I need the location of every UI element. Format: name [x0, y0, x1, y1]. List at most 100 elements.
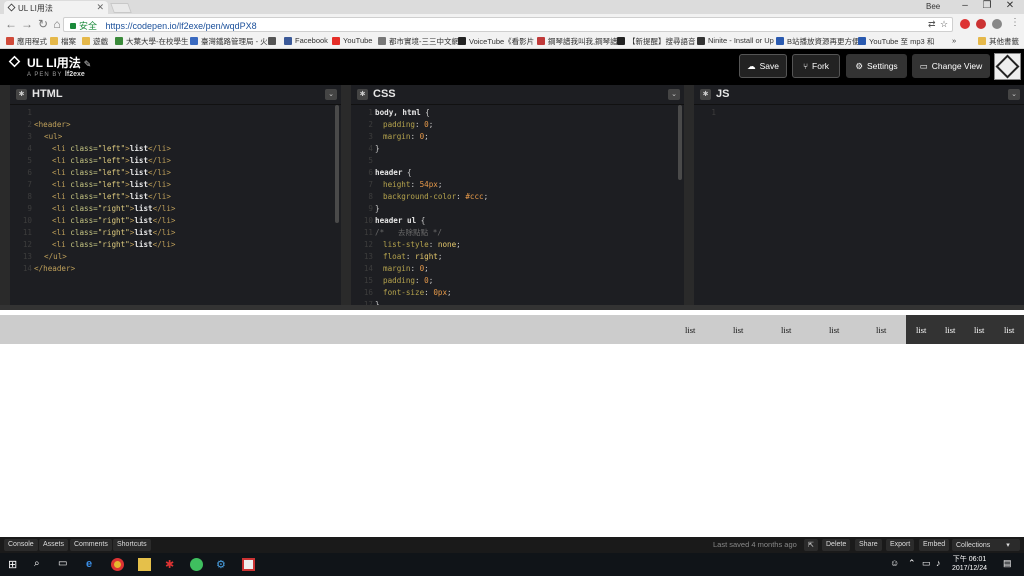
- app-icon[interactable]: ⚙: [216, 558, 229, 571]
- change-view-button[interactable]: ▭ Change View: [912, 54, 990, 78]
- bookmark-item[interactable]: 遊戲: [82, 36, 108, 47]
- html-settings-gear-icon[interactable]: ✱: [16, 89, 27, 100]
- assets-button[interactable]: Assets: [39, 539, 69, 551]
- preview-right-block: list list list list: [906, 315, 1024, 344]
- window-close-icon[interactable]: ✕: [999, 0, 1021, 11]
- secure-label: 安全: [79, 21, 98, 31]
- edge-browser-icon[interactable]: e: [86, 558, 99, 571]
- bookmark-item[interactable]: Ninite - Install or Up: [697, 36, 774, 45]
- folder-icon: [978, 37, 986, 45]
- shortcuts-button[interactable]: Shortcuts: [113, 539, 151, 551]
- menu-icon[interactable]: ⋮: [1008, 17, 1022, 28]
- pane-resize-handle[interactable]: [341, 85, 351, 305]
- bookmark-item[interactable]: 大葉大學-在校學生: [115, 36, 189, 47]
- layout-icon: ▭: [919, 60, 928, 71]
- translate-icon[interactable]: ⇄: [928, 19, 936, 30]
- gear-icon: ⚙: [855, 60, 863, 71]
- browser-tab[interactable]: UL LI用法 ✕: [4, 1, 108, 14]
- pen-title[interactable]: UL LI用法 ✎: [27, 54, 91, 71]
- browser-tab-bar: UL LI用法 ✕ Bee – ❐ ✕: [0, 0, 1024, 14]
- bookmark-item[interactable]: 其他書籤: [978, 36, 1019, 47]
- home-icon[interactable]: ⌂: [50, 17, 64, 31]
- css-code-editor[interactable]: 1 body, html { 2 padding: 0; 3 margin: 0; 4…: [351, 107, 684, 305]
- preview-list-item-left: list: [781, 325, 792, 335]
- js-settings-gear-icon[interactable]: ✱: [700, 89, 711, 100]
- preview-header-bar: list list list list list list list list …: [0, 315, 1024, 344]
- preview-resize-handle[interactable]: [0, 305, 1024, 310]
- search-icon[interactable]: ⌕: [34, 558, 47, 571]
- bookmark-item[interactable]: VoiceTube《看影片: [458, 36, 534, 47]
- network-icon[interactable]: ▭: [922, 558, 935, 571]
- cloud-icon: ☁: [747, 60, 756, 71]
- extension-adblock-icon[interactable]: [976, 19, 986, 29]
- author-link[interactable]: lf2exe: [65, 71, 85, 78]
- external-link-icon[interactable]: ⇱: [804, 539, 818, 551]
- new-tab-button[interactable]: [110, 3, 132, 13]
- bookmark-item[interactable]: 【新提醒】搜尋語音: [617, 36, 696, 47]
- volume-icon[interactable]: ♪: [936, 558, 949, 571]
- bookmark-item[interactable]: 臺灣鐵路管理局 - 火車: [190, 36, 275, 47]
- js-collapse-chevron-icon[interactable]: ⌄: [1008, 89, 1020, 100]
- extension-gray-icon[interactable]: [992, 19, 1002, 29]
- bookmark-item[interactable]: Facebook: [284, 36, 328, 45]
- embed-button[interactable]: Embed: [919, 539, 950, 551]
- css-scrollbar[interactable]: [678, 105, 682, 180]
- html-collapse-chevron-icon[interactable]: ⌄: [325, 89, 337, 100]
- close-tab-icon[interactable]: ✕: [96, 2, 104, 13]
- folder-icon: [82, 37, 90, 45]
- people-icon[interactable]: ☺: [890, 558, 903, 571]
- windows-start-icon[interactable]: ⊞: [8, 558, 21, 571]
- task-view-icon[interactable]: ▭: [58, 558, 71, 571]
- bookmark-star-icon[interactable]: ☆: [940, 19, 948, 30]
- css-settings-gear-icon[interactable]: ✱: [357, 89, 368, 100]
- html-code-editor[interactable]: 1 2 <header> 3 <ul> 4 <li class="left">list…: [10, 107, 341, 305]
- bookmark-item[interactable]: 都市實境-三三中文網: [378, 36, 459, 47]
- codepen-footer: Console Assets Comments Shortcuts Last s…: [0, 537, 1024, 553]
- app-icon[interactable]: ✱: [165, 558, 178, 571]
- system-clock[interactable]: 下午 06:01 2017/12/24: [952, 555, 987, 573]
- chevron-up-icon[interactable]: ⌃: [908, 558, 921, 571]
- notifications-icon[interactable]: ▤: [1003, 558, 1016, 571]
- reload-icon[interactable]: ↻: [36, 17, 50, 31]
- forward-arrow-icon[interactable]: →: [20, 17, 34, 31]
- chrome-browser-icon[interactable]: [111, 558, 124, 571]
- tab-title: UL LI用法: [18, 4, 53, 13]
- save-button[interactable]: ☁ Save: [739, 54, 787, 78]
- js-editor-pane: ✱ JS ⌄ 1: [694, 85, 1024, 305]
- bookmark-item[interactable]: 應用程式: [6, 36, 47, 47]
- minimize-icon[interactable]: –: [954, 0, 976, 11]
- file-explorer-icon[interactable]: [138, 558, 151, 571]
- spotify-icon[interactable]: [190, 558, 203, 571]
- css-collapse-chevron-icon[interactable]: ⌄: [668, 89, 680, 100]
- js-code-editor[interactable]: 1: [694, 107, 1024, 305]
- comments-button[interactable]: Comments: [70, 539, 112, 551]
- bookmarks-overflow-button[interactable]: »: [952, 36, 956, 45]
- bookmark-item[interactable]: 檔案: [50, 36, 76, 47]
- user-avatar[interactable]: [994, 53, 1021, 80]
- fork-button[interactable]: ⑂ Fork: [792, 54, 840, 78]
- extension-opera-icon[interactable]: [960, 19, 970, 29]
- bookmark-item[interactable]: B站播放資源再更方便: [776, 36, 860, 47]
- back-arrow-icon[interactable]: ←: [4, 17, 18, 31]
- pane-resize-handle[interactable]: [684, 85, 694, 305]
- window-user-label[interactable]: Bee: [926, 2, 940, 11]
- edit-pencil-icon[interactable]: ✎: [84, 59, 92, 69]
- codepen-logo-icon[interactable]: [8, 55, 21, 68]
- bookmark-item[interactable]: YouTube: [332, 36, 372, 45]
- console-button[interactable]: Console: [4, 539, 38, 551]
- collections-button[interactable]: Collections ▾: [952, 539, 1020, 551]
- share-button[interactable]: Share: [855, 539, 882, 551]
- app-icon[interactable]: [242, 558, 255, 571]
- export-button[interactable]: Export: [886, 539, 915, 551]
- preview-list-item-left: list: [733, 325, 744, 335]
- delete-button[interactable]: Delete: [822, 539, 851, 551]
- js-pane-title: JS: [716, 88, 730, 100]
- bookmark-item[interactable]: 鋼琴譜我叫我,鋼琴譜: [537, 36, 618, 47]
- bookmark-item[interactable]: YouTube 至 mp3 和: [858, 36, 934, 47]
- codepen-header: UL LI用法 ✎ A PEN BY lf2exe ☁ Save ⑂ Fork ⚙ Se…: [0, 49, 1024, 85]
- address-bar[interactable]: 安全 https://codepen.io/lf2exe/pen/wqdPX8 …: [63, 17, 953, 32]
- html-scrollbar[interactable]: [335, 105, 339, 223]
- settings-button[interactable]: ⚙ Settings: [846, 54, 907, 78]
- restore-icon[interactable]: ❐: [976, 0, 998, 11]
- youtube-icon: [332, 37, 340, 45]
